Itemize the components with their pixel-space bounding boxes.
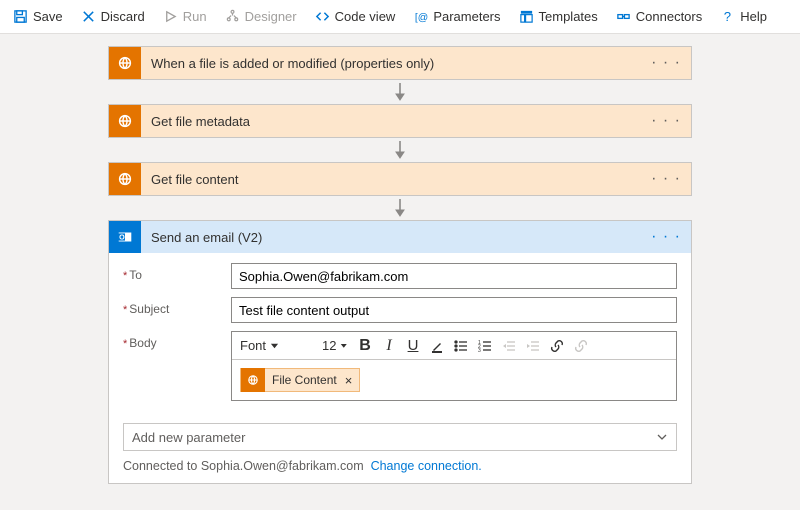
svg-text:?: ?: [724, 9, 731, 24]
to-input[interactable]: [231, 263, 677, 289]
arrow-icon: [392, 80, 408, 104]
bold-button[interactable]: B: [354, 335, 376, 357]
sharepoint-icon: [109, 163, 141, 195]
number-list-button[interactable]: 123: [474, 335, 496, 357]
designer-canvas: When a file is added or modified (proper…: [0, 34, 800, 484]
content-card[interactable]: Get file content · · ·: [108, 162, 692, 196]
designer-label: Designer: [245, 9, 297, 24]
svg-text:3: 3: [478, 348, 481, 353]
svg-text:[@]: [@]: [415, 12, 428, 23]
unlink-button[interactable]: [570, 335, 592, 357]
run-button: Run: [154, 0, 216, 34]
run-label: Run: [183, 9, 207, 24]
sharepoint-icon: [109, 105, 141, 137]
templates-button[interactable]: Templates: [510, 0, 607, 34]
content-title: Get file content: [141, 172, 641, 187]
trigger-card[interactable]: When a file is added or modified (proper…: [108, 46, 692, 80]
parameters-button[interactable]: [@] Parameters: [404, 0, 509, 34]
save-label: Save: [33, 9, 63, 24]
help-button[interactable]: ? Help: [711, 0, 776, 34]
connectors-label: Connectors: [636, 9, 702, 24]
sharepoint-icon: [109, 47, 141, 79]
size-select[interactable]: 12: [318, 335, 352, 357]
body-label: Body: [123, 331, 231, 350]
metadata-title: Get file metadata: [141, 114, 641, 129]
token-label: File Content: [265, 373, 343, 387]
color-button[interactable]: [426, 335, 448, 357]
font-select[interactable]: Font: [236, 335, 316, 357]
codeview-button[interactable]: Code view: [306, 0, 405, 34]
sharepoint-icon: [241, 368, 265, 392]
email-header[interactable]: O Send an email (V2) · · ·: [109, 221, 691, 253]
connectors-button[interactable]: Connectors: [607, 0, 711, 34]
add-parameter-label: Add new parameter: [132, 430, 245, 445]
email-title: Send an email (V2): [141, 230, 641, 245]
save-button[interactable]: Save: [4, 0, 72, 34]
body-content[interactable]: File Content ×: [232, 360, 676, 400]
email-card: O Send an email (V2) · · · To Subject Bo…: [108, 220, 692, 484]
body-editor: Font 12 B I U 123: [231, 331, 677, 401]
more-icon[interactable]: · · ·: [641, 170, 691, 188]
discard-label: Discard: [101, 9, 145, 24]
bullet-list-button[interactable]: [450, 335, 472, 357]
subject-input[interactable]: [231, 297, 677, 323]
chevron-down-icon: [270, 341, 279, 350]
connection-info: Connected to Sophia.Owen@fabrikam.com Ch…: [109, 451, 691, 483]
underline-button[interactable]: U: [402, 335, 424, 357]
help-label: Help: [740, 9, 767, 24]
to-label: To: [123, 263, 231, 282]
link-button[interactable]: [546, 335, 568, 357]
designer-button: Designer: [216, 0, 306, 34]
more-icon[interactable]: · · ·: [641, 54, 691, 72]
more-icon[interactable]: · · ·: [641, 228, 691, 246]
metadata-card[interactable]: Get file metadata · · ·: [108, 104, 692, 138]
outlook-icon: O: [109, 221, 141, 253]
templates-label: Templates: [539, 9, 598, 24]
chevron-down-icon: [656, 431, 668, 443]
subject-label: Subject: [123, 297, 231, 316]
discard-button[interactable]: Discard: [72, 0, 154, 34]
arrow-icon: [392, 196, 408, 220]
italic-button[interactable]: I: [378, 335, 400, 357]
add-parameter-select[interactable]: Add new parameter: [123, 423, 677, 451]
arrow-icon: [392, 138, 408, 162]
outdent-button[interactable]: [498, 335, 520, 357]
toolbar: Save Discard Run Designer Code view [@] …: [0, 0, 800, 34]
change-connection-link[interactable]: Change connection.: [371, 459, 482, 473]
chevron-down-icon: [340, 341, 348, 350]
more-icon[interactable]: · · ·: [641, 112, 691, 130]
parameters-label: Parameters: [433, 9, 500, 24]
richtext-toolbar: Font 12 B I U 123: [232, 332, 676, 360]
codeview-label: Code view: [335, 9, 396, 24]
svg-text:O: O: [119, 233, 125, 242]
token-remove-icon[interactable]: ×: [343, 373, 360, 388]
trigger-title: When a file is added or modified (proper…: [141, 56, 641, 71]
indent-button[interactable]: [522, 335, 544, 357]
dynamic-token[interactable]: File Content ×: [240, 368, 360, 392]
